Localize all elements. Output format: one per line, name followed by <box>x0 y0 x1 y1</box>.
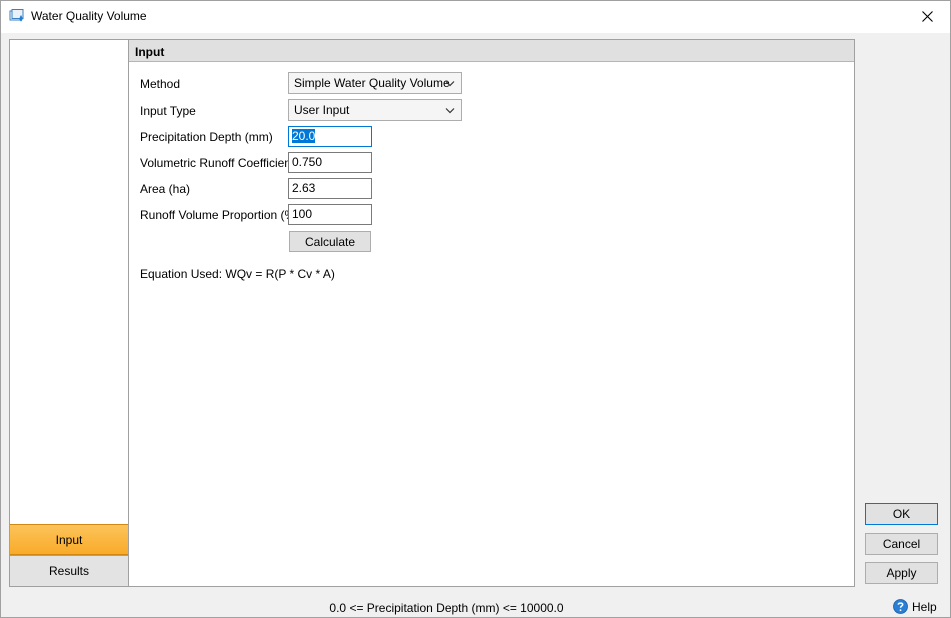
area-value: 2.63 <box>292 181 316 195</box>
method-value: Simple Water Quality Volume <box>294 76 450 90</box>
close-icon <box>921 11 933 22</box>
help-icon <box>893 599 908 614</box>
input-type-dropdown[interactable]: User Input <box>288 99 462 121</box>
nav-results-button[interactable]: Results <box>10 555 128 586</box>
apply-button[interactable]: Apply <box>865 562 938 584</box>
runoff-coefficient-label: Volumetric Runoff Coefficient <box>140 156 295 170</box>
runoff-proportion-label: Runoff Volume Proportion (%) <box>140 208 300 222</box>
close-button[interactable] <box>904 1 950 32</box>
area-label: Area (ha) <box>140 182 191 196</box>
runoff-proportion-value: 100 <box>292 207 313 221</box>
chevron-down-icon <box>445 108 455 114</box>
calculate-label: Calculate <box>304 234 356 249</box>
help-label: Help <box>912 599 937 614</box>
runoff-coefficient-field[interactable]: 0.750 <box>288 152 372 173</box>
nav-input-label: Input <box>55 532 83 547</box>
method-label: Method <box>140 77 181 91</box>
ok-label: OK <box>892 507 911 521</box>
input-type-label: Input Type <box>140 104 196 118</box>
area-field[interactable]: 2.63 <box>288 178 372 199</box>
precipitation-depth-label: Precipitation Depth (mm) <box>140 130 273 144</box>
cancel-label: Cancel <box>882 537 921 551</box>
dialog-window: Water Quality Volume Input Results Input… <box>0 0 951 618</box>
precipitation-depth-field[interactable]: 20.0 <box>288 126 372 147</box>
runoff-coefficient-value: 0.750 <box>292 155 323 169</box>
input-content-panel: Input Method Simple Water Quality Volume… <box>129 39 855 587</box>
calculate-button[interactable]: Calculate <box>289 231 371 252</box>
section-header: Input <box>129 40 854 62</box>
ok-button[interactable]: OK <box>865 503 938 525</box>
nav-results-label: Results <box>48 564 89 578</box>
window-title: Water Quality Volume <box>31 9 147 23</box>
method-dropdown[interactable]: Simple Water Quality Volume <box>288 72 462 94</box>
chevron-down-icon <box>445 81 455 87</box>
apply-label: Apply <box>886 566 917 580</box>
navigation-panel: Input Results <box>9 39 129 587</box>
help-button[interactable]: Help <box>893 599 937 614</box>
status-message: 0.0 <= Precipitation Depth (mm) <= 10000… <box>329 601 564 615</box>
cancel-button[interactable]: Cancel <box>865 533 938 555</box>
nav-input-button[interactable]: Input <box>10 524 128 555</box>
runoff-proportion-field[interactable]: 100 <box>288 204 372 225</box>
equation-text: Equation Used: WQv = R(P * Cv * A) <box>140 267 335 281</box>
precipitation-depth-value: 20.0 <box>292 129 316 143</box>
title-bar: Water Quality Volume <box>1 1 950 33</box>
water-quality-app-icon <box>9 9 26 24</box>
input-type-value: User Input <box>294 103 350 117</box>
